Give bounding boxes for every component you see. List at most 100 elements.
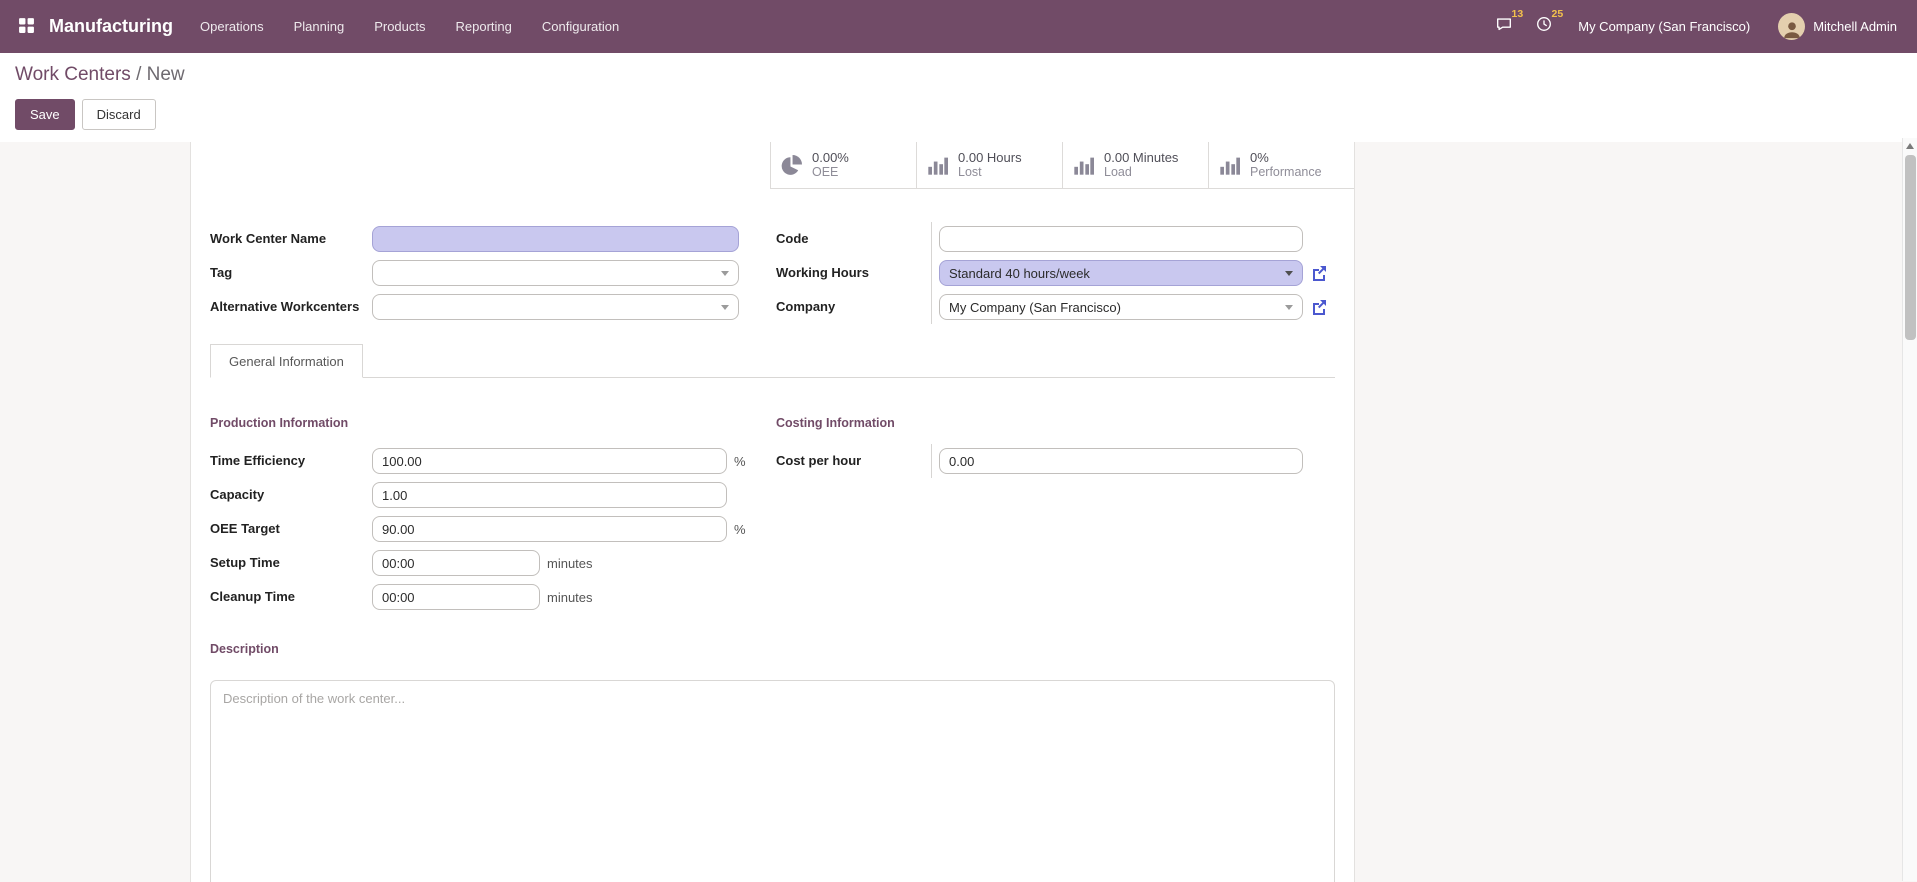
vertical-scrollbar[interactable] bbox=[1902, 138, 1917, 881]
stat-value: 0.00 Minutes bbox=[1104, 150, 1178, 166]
description-section: Description bbox=[210, 642, 1335, 882]
app-name[interactable]: Manufacturing bbox=[49, 16, 173, 37]
activities-counter: 25 bbox=[1552, 8, 1564, 20]
stat-button-box: 0.00% OEE 0.00 Hours Lost 0.00 Minutes bbox=[191, 142, 1354, 189]
menu-reporting[interactable]: Reporting bbox=[441, 9, 527, 44]
menu-operations[interactable]: Operations bbox=[185, 9, 279, 44]
notebook-tabs: General Information bbox=[210, 344, 1335, 378]
menu-products[interactable]: Products bbox=[359, 9, 440, 44]
scrollbar-thumb[interactable] bbox=[1905, 155, 1916, 340]
stat-label: Performance bbox=[1250, 165, 1322, 180]
menu-planning[interactable]: Planning bbox=[279, 9, 360, 44]
stat-value: 0% bbox=[1250, 150, 1322, 166]
stat-label: Load bbox=[1104, 165, 1178, 180]
user-menu[interactable]: Mitchell Admin bbox=[1772, 9, 1903, 44]
company-switcher[interactable]: My Company (San Francisco) bbox=[1578, 19, 1750, 34]
field-label: Cost per hour bbox=[776, 453, 931, 470]
scroll-up-icon bbox=[1906, 143, 1914, 149]
control-panel: Work Centers / New Save Discard bbox=[0, 53, 1917, 142]
menu-configuration[interactable]: Configuration bbox=[527, 9, 634, 44]
field-suffix: % bbox=[734, 454, 746, 469]
stat-button-lost[interactable]: 0.00 Hours Lost bbox=[916, 142, 1062, 189]
capacity-input[interactable] bbox=[372, 482, 727, 508]
pie-chart-icon bbox=[781, 155, 802, 176]
field-label: Setup Time bbox=[210, 555, 372, 572]
stat-label: OEE bbox=[812, 165, 849, 180]
save-button[interactable]: Save bbox=[15, 99, 75, 130]
bar-chart-icon bbox=[1219, 155, 1240, 176]
description-textarea[interactable] bbox=[210, 680, 1335, 882]
field-alternative-workcenters: Alternative Workcenters bbox=[210, 290, 776, 324]
field-cost-per-hour: Cost per hour bbox=[776, 444, 1335, 478]
apps-menu-button[interactable] bbox=[8, 9, 45, 45]
cleanup-time-input[interactable] bbox=[372, 584, 540, 610]
setup-time-input[interactable] bbox=[372, 550, 540, 576]
discard-button[interactable]: Discard bbox=[82, 99, 156, 130]
stat-button-performance[interactable]: 0% Performance bbox=[1208, 142, 1354, 189]
avatar bbox=[1778, 13, 1805, 40]
activities-systray-button[interactable]: 25 bbox=[1524, 9, 1564, 44]
messages-counter: 13 bbox=[1512, 8, 1524, 20]
stat-button-oee[interactable]: 0.00% OEE bbox=[770, 142, 916, 189]
breadcrumb: Work Centers / New bbox=[15, 62, 1902, 88]
field-setup-time: Setup Time minutes bbox=[210, 546, 776, 580]
field-label: Company bbox=[776, 299, 931, 316]
field-label: Working Hours bbox=[776, 265, 931, 282]
user-name: Mitchell Admin bbox=[1813, 19, 1897, 34]
apps-grid-icon bbox=[18, 17, 35, 37]
field-label: Alternative Workcenters bbox=[210, 299, 372, 316]
stat-label: Lost bbox=[958, 165, 1022, 180]
stat-button-load[interactable]: 0.00 Minutes Load bbox=[1062, 142, 1208, 189]
breadcrumb-work-centers[interactable]: Work Centers bbox=[15, 64, 131, 85]
field-label: Time Efficiency bbox=[210, 453, 372, 470]
top-navbar: Manufacturing Operations Planning Produc… bbox=[0, 0, 1917, 53]
field-suffix: minutes bbox=[547, 590, 593, 605]
field-tag: Tag bbox=[210, 256, 776, 290]
main-menu: Operations Planning Products Reporting C… bbox=[185, 9, 634, 44]
field-oee-target: OEE Target % bbox=[210, 512, 776, 546]
company-select[interactable] bbox=[939, 294, 1303, 320]
tab-pane-general-information: Production Information Time Efficiency %… bbox=[191, 378, 1354, 882]
stat-value: 0.00 Hours bbox=[958, 150, 1022, 166]
field-time-efficiency: Time Efficiency % bbox=[210, 444, 776, 478]
content-area: 0.00% OEE 0.00 Hours Lost 0.00 Minutes bbox=[0, 142, 1917, 882]
field-code: Code bbox=[776, 222, 1335, 256]
breadcrumb-current: New bbox=[147, 64, 185, 85]
cost-per-hour-input[interactable] bbox=[939, 448, 1303, 474]
time-efficiency-input[interactable] bbox=[372, 448, 727, 474]
field-label: Tag bbox=[210, 265, 372, 282]
work-center-name-input[interactable] bbox=[372, 226, 739, 252]
field-work-center-name: Work Center Name bbox=[210, 222, 776, 256]
working-hours-select[interactable] bbox=[939, 260, 1303, 286]
oee-target-input[interactable] bbox=[372, 516, 727, 542]
section-title-costing: Costing Information bbox=[776, 416, 1335, 430]
scroll-up-button[interactable] bbox=[1903, 138, 1917, 154]
form-sheet: 0.00% OEE 0.00 Hours Lost 0.00 Minutes bbox=[190, 142, 1355, 882]
field-company: Company bbox=[776, 290, 1335, 324]
field-label: OEE Target bbox=[210, 521, 372, 538]
tag-select[interactable] bbox=[372, 260, 739, 286]
field-label: Work Center Name bbox=[210, 231, 372, 248]
field-capacity: Capacity bbox=[210, 478, 776, 512]
field-suffix: minutes bbox=[547, 556, 593, 571]
tab-general-information[interactable]: General Information bbox=[210, 344, 363, 378]
stat-value: 0.00% bbox=[812, 150, 849, 166]
field-label: Code bbox=[776, 231, 931, 248]
code-input[interactable] bbox=[939, 226, 1303, 252]
field-label: Cleanup Time bbox=[210, 589, 372, 606]
field-suffix: % bbox=[734, 522, 746, 537]
alternative-workcenters-select[interactable] bbox=[372, 294, 739, 320]
field-label: Capacity bbox=[210, 487, 372, 504]
field-working-hours: Working Hours bbox=[776, 256, 1335, 290]
bar-chart-icon bbox=[927, 155, 948, 176]
external-link-icon[interactable] bbox=[1311, 265, 1327, 281]
section-title-description: Description bbox=[210, 642, 1335, 656]
field-cleanup-time: Cleanup Time minutes bbox=[210, 580, 776, 614]
breadcrumb-separator: / bbox=[136, 64, 141, 85]
bar-chart-icon bbox=[1073, 155, 1094, 176]
message-bubble-icon bbox=[1495, 15, 1513, 38]
messages-systray-button[interactable]: 13 bbox=[1484, 9, 1524, 44]
section-title-production: Production Information bbox=[210, 416, 776, 430]
clock-icon bbox=[1535, 15, 1553, 38]
external-link-icon[interactable] bbox=[1311, 299, 1327, 315]
